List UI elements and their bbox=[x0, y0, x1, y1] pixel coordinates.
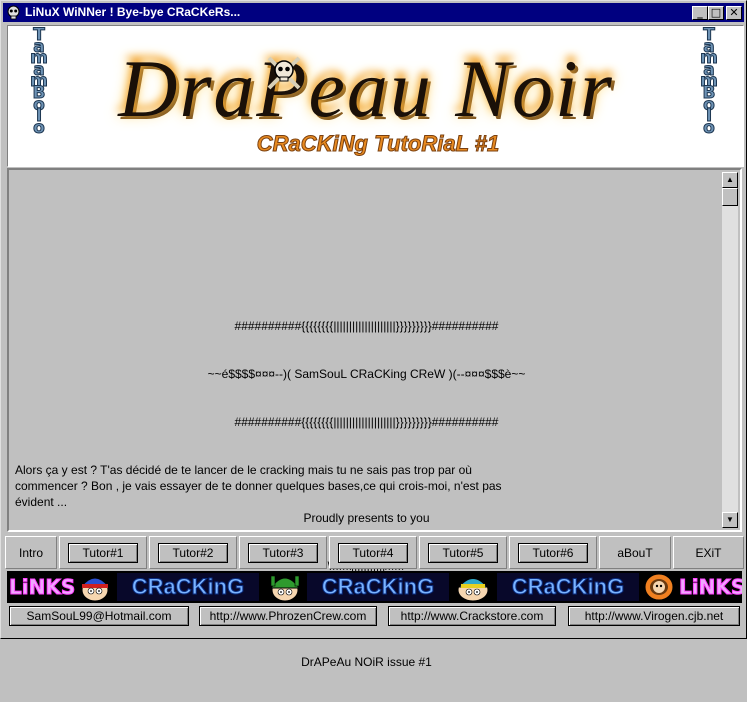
banner-title: DraPeau Noir bbox=[118, 43, 614, 134]
kyle-face-icon bbox=[270, 575, 300, 602]
tutor-5-button[interactable]: Tutor#5 bbox=[428, 543, 498, 563]
banner-side-text-right: T a m a m B o l o bbox=[700, 25, 719, 138]
intro-button[interactable]: Intro bbox=[5, 536, 57, 569]
vertical-scrollbar[interactable]: ▲ ▼ bbox=[722, 172, 738, 528]
nav-cell-tutor-3: Tutor#3 bbox=[239, 536, 327, 569]
nav-cell-tutor-1: Tutor#1 bbox=[59, 536, 147, 569]
crackstore-link-button[interactable]: http://www.Crackstore.com bbox=[388, 606, 556, 626]
cartman-face-icon bbox=[457, 578, 489, 602]
stan-face-icon bbox=[80, 577, 110, 602]
maximize-button[interactable]: □ bbox=[708, 6, 724, 20]
links-logo-left: LiNKS bbox=[9, 575, 76, 600]
tutor-4-button[interactable]: Tutor#4 bbox=[338, 543, 408, 563]
banner-subtitle: CRaCKiNg TutoRiaL #1 bbox=[256, 131, 500, 157]
exit-button[interactable]: EXiT bbox=[673, 536, 744, 569]
cracking-logo-1: CRaCKinG bbox=[117, 573, 259, 601]
cracking-logo-3: CRaCKinG bbox=[497, 573, 639, 601]
virogen-link-button[interactable]: http://www.Virogen.cjb.net bbox=[568, 606, 740, 626]
close-button[interactable]: ✕ bbox=[726, 6, 742, 20]
minimize-button[interactable]: _ bbox=[692, 6, 708, 20]
tutor-2-button[interactable]: Tutor#2 bbox=[158, 543, 228, 563]
tutorial-text-area[interactable]: ##########{{{{{{{{||||||||||||||||||||}}… bbox=[11, 172, 722, 669]
email-link-button[interactable]: SamSouL99@Hotmail.com bbox=[9, 606, 189, 626]
tutor-1-button[interactable]: Tutor#1 bbox=[68, 543, 138, 563]
links-logo-right: LiNKS bbox=[679, 575, 743, 600]
window-title: LiNuX WiNNer ! Bye-bye CRaCKeRs... bbox=[25, 5, 241, 19]
banner-side-text-left: T a m a m B o l o bbox=[30, 25, 49, 138]
navigation-bar: Intro Tutor#1 Tutor#2 Tutor#3 Tutor#4 Tu… bbox=[5, 536, 744, 569]
title-bar[interactable]: LiNuX WiNNer ! Bye-bye CRaCKeRs... _ □ ✕ bbox=[3, 3, 744, 22]
scroll-thumb[interactable] bbox=[722, 188, 738, 206]
nav-cell-tutor-6: Tutor#6 bbox=[509, 536, 597, 569]
nav-cell-tutor-4: Tutor#4 bbox=[329, 536, 417, 569]
graphic-strip: LiNKS CRaCKinG CRaCKinG CRaCKinG LiNKS bbox=[7, 571, 742, 603]
tutorial-body-text: Alors ça y est ? T'as décidé de te lance… bbox=[15, 463, 502, 509]
skull-crossbones-icon bbox=[267, 56, 301, 90]
nav-cell-tutor-5: Tutor#5 bbox=[419, 536, 507, 569]
nav-cell-tutor-2: Tutor#2 bbox=[149, 536, 237, 569]
cracking-logo-2: CRaCKinG bbox=[307, 573, 449, 601]
scroll-up-button[interactable]: ▲ bbox=[722, 172, 738, 188]
about-button[interactable]: aBouT bbox=[599, 536, 671, 569]
banner: T a m a m B o l o T a m a m B o l o DraP… bbox=[7, 25, 744, 167]
scroll-down-button[interactable]: ▼ bbox=[722, 512, 738, 528]
tutorial-viewer: ##########{{{{{{{{||||||||||||||||||||}}… bbox=[7, 168, 742, 669]
tutor-6-button[interactable]: Tutor#6 bbox=[518, 543, 588, 563]
kenny-face-icon bbox=[644, 573, 674, 601]
links-bar: SamSouL99@Hotmail.com http://www.Phrozen… bbox=[5, 604, 744, 634]
skull-icon bbox=[7, 5, 20, 20]
app-window: LiNuX WiNNer ! Bye-bye CRaCKeRs... _ □ ✕… bbox=[0, 0, 747, 669]
phrozencrew-link-button[interactable]: http://www.PhrozenCrew.com bbox=[199, 606, 377, 626]
tutor-3-button[interactable]: Tutor#3 bbox=[248, 543, 318, 563]
